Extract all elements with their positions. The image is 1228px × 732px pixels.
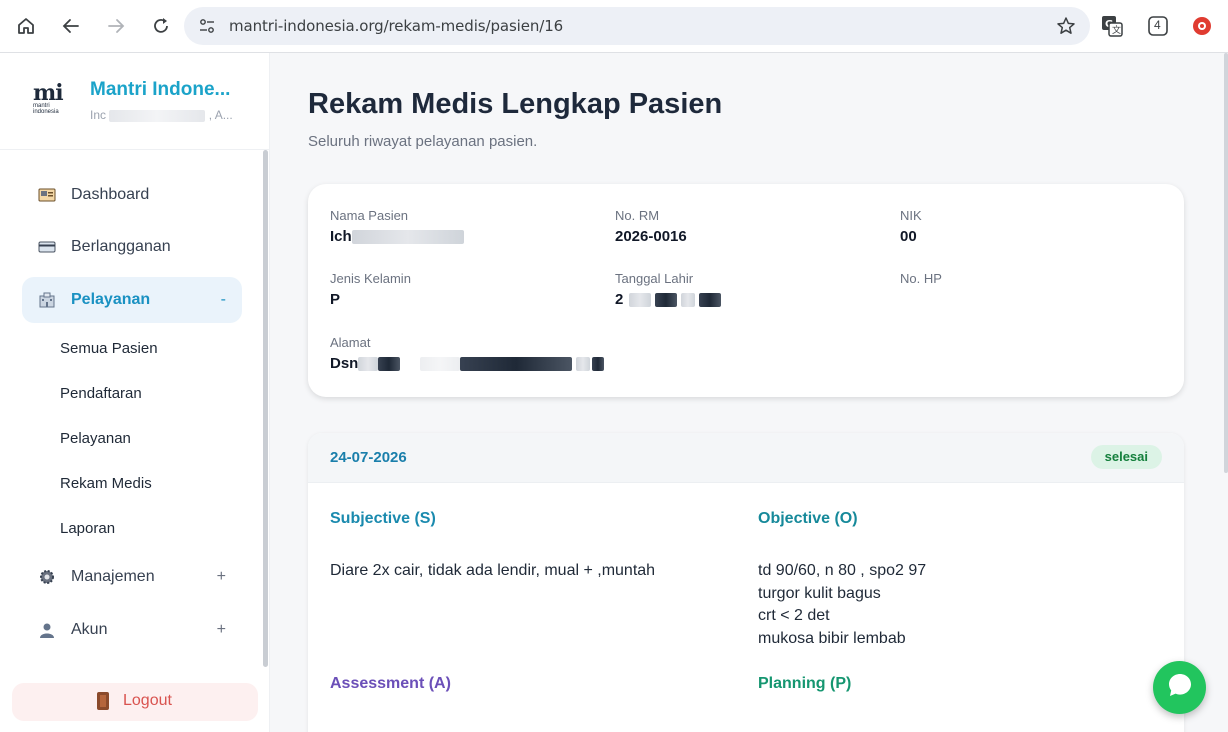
card-icon (38, 238, 56, 256)
extension-red-icon[interactable] (1191, 15, 1213, 37)
chat-button[interactable] (1153, 661, 1206, 714)
submenu-pelayanan[interactable]: Pelayanan (60, 430, 131, 447)
gear-icon (38, 568, 56, 586)
sidebar-item-dashboard[interactable]: Dashboard (22, 172, 242, 218)
submenu-pendaftaran[interactable]: Pendaftaran (60, 385, 142, 402)
sidebar: mi mantri indonesia Mantri Indone... Inc… (0, 53, 270, 732)
field-nama-pasien: Nama Pasien Ich (330, 208, 464, 245)
sidebar-item-akun[interactable]: Akun + (22, 607, 242, 653)
visit-header: 24-07-2026 selesai (308, 433, 1184, 483)
sidebar-scrollbar[interactable] (263, 150, 268, 667)
chat-bubble-icon (1167, 672, 1193, 703)
patient-info-card: Nama Pasien Ich No. RM 2026-0016 NIK 00 … (308, 184, 1184, 397)
extension-counter-icon[interactable]: 4 (1147, 15, 1169, 37)
submenu-semua-pasien[interactable]: Semua Pasien (60, 340, 158, 357)
redacted-block (351, 230, 464, 245)
expand-plus-icon[interactable]: + (217, 621, 226, 639)
extension-count: 4 (1154, 18, 1161, 32)
hospital-icon (38, 291, 56, 309)
field-alamat: Alamat Dsn (330, 335, 605, 372)
submenu-laporan[interactable]: Laporan (60, 520, 115, 537)
page-scrollbar[interactable] (1224, 53, 1228, 473)
svg-text:文: 文 (1112, 24, 1121, 36)
visit-record-card: 24-07-2026 selesai Subjective (S) Diare … (308, 433, 1184, 732)
site-settings-icon[interactable] (198, 17, 216, 40)
browser-toolbar: mantri-indonesia.org/rekam-medis/pasien/… (0, 0, 1228, 53)
address-bar[interactable]: mantri-indonesia.org/rekam-medis/pasien/… (184, 7, 1090, 45)
user-icon (38, 621, 56, 639)
field-jenis-kelamin: Jenis Kelamin P (330, 271, 411, 308)
forward-arrow-icon[interactable] (104, 14, 128, 38)
status-badge: selesai (1090, 445, 1162, 469)
reload-icon[interactable] (149, 14, 173, 38)
subjective-text: Diare 2x cair, tidak ada lendir, mual + … (330, 562, 656, 579)
collapse-minus-icon[interactable]: - (221, 291, 226, 309)
objective-title: Objective (O) (758, 510, 858, 527)
back-arrow-icon[interactable] (59, 14, 83, 38)
subjective-title: Subjective (S) (330, 510, 436, 527)
sidebar-item-manajemen[interactable]: Manajemen + (22, 554, 242, 600)
home-icon[interactable] (14, 14, 38, 38)
logout-button[interactable]: Logout (12, 683, 258, 721)
field-no-rm: No. RM 2026-0016 (615, 208, 687, 245)
submenu-rekam-medis[interactable]: Rekam Medis (60, 475, 152, 492)
bookmark-star-icon[interactable] (1056, 16, 1076, 41)
visit-date: 24-07-2026 (330, 449, 407, 466)
field-nik: NIK 00 (900, 208, 922, 245)
objective-text: td 90/60, n 80 , spo2 97 turgor kulit ba… (758, 562, 927, 647)
brand-name: Mantri Indone... (90, 79, 231, 100)
field-tanggal-lahir: Tanggal Lahir 2 (615, 271, 722, 308)
brand-header: mi mantri indonesia Mantri Indone... Inc… (0, 53, 270, 150)
door-icon (97, 692, 109, 710)
brand-logo: mi mantri indonesia (33, 80, 64, 115)
main-content: Rekam Medis Lengkap Pasien Seluruh riway… (271, 53, 1228, 732)
translate-icon[interactable]: G文 (1101, 15, 1123, 37)
sidebar-item-pelayanan[interactable]: Pelayanan - (22, 277, 242, 323)
sidebar-item-berlangganan[interactable]: Berlangganan (22, 224, 242, 270)
planning-title: Planning (P) (758, 675, 852, 692)
brand-subtitle: Inc , A... (90, 108, 233, 122)
expand-plus-icon[interactable]: + (217, 568, 226, 586)
page-subtitle: Seluruh riwayat pelayanan pasien. (308, 133, 538, 150)
url-text: mantri-indonesia.org/rekam-medis/pasien/… (229, 17, 564, 35)
page-title: Rekam Medis Lengkap Pasien (308, 88, 723, 120)
dashboard-icon (38, 186, 56, 204)
assessment-title: Assessment (A) (330, 675, 451, 692)
field-no-hp: No. HP (900, 271, 942, 286)
redacted-block (109, 109, 206, 122)
